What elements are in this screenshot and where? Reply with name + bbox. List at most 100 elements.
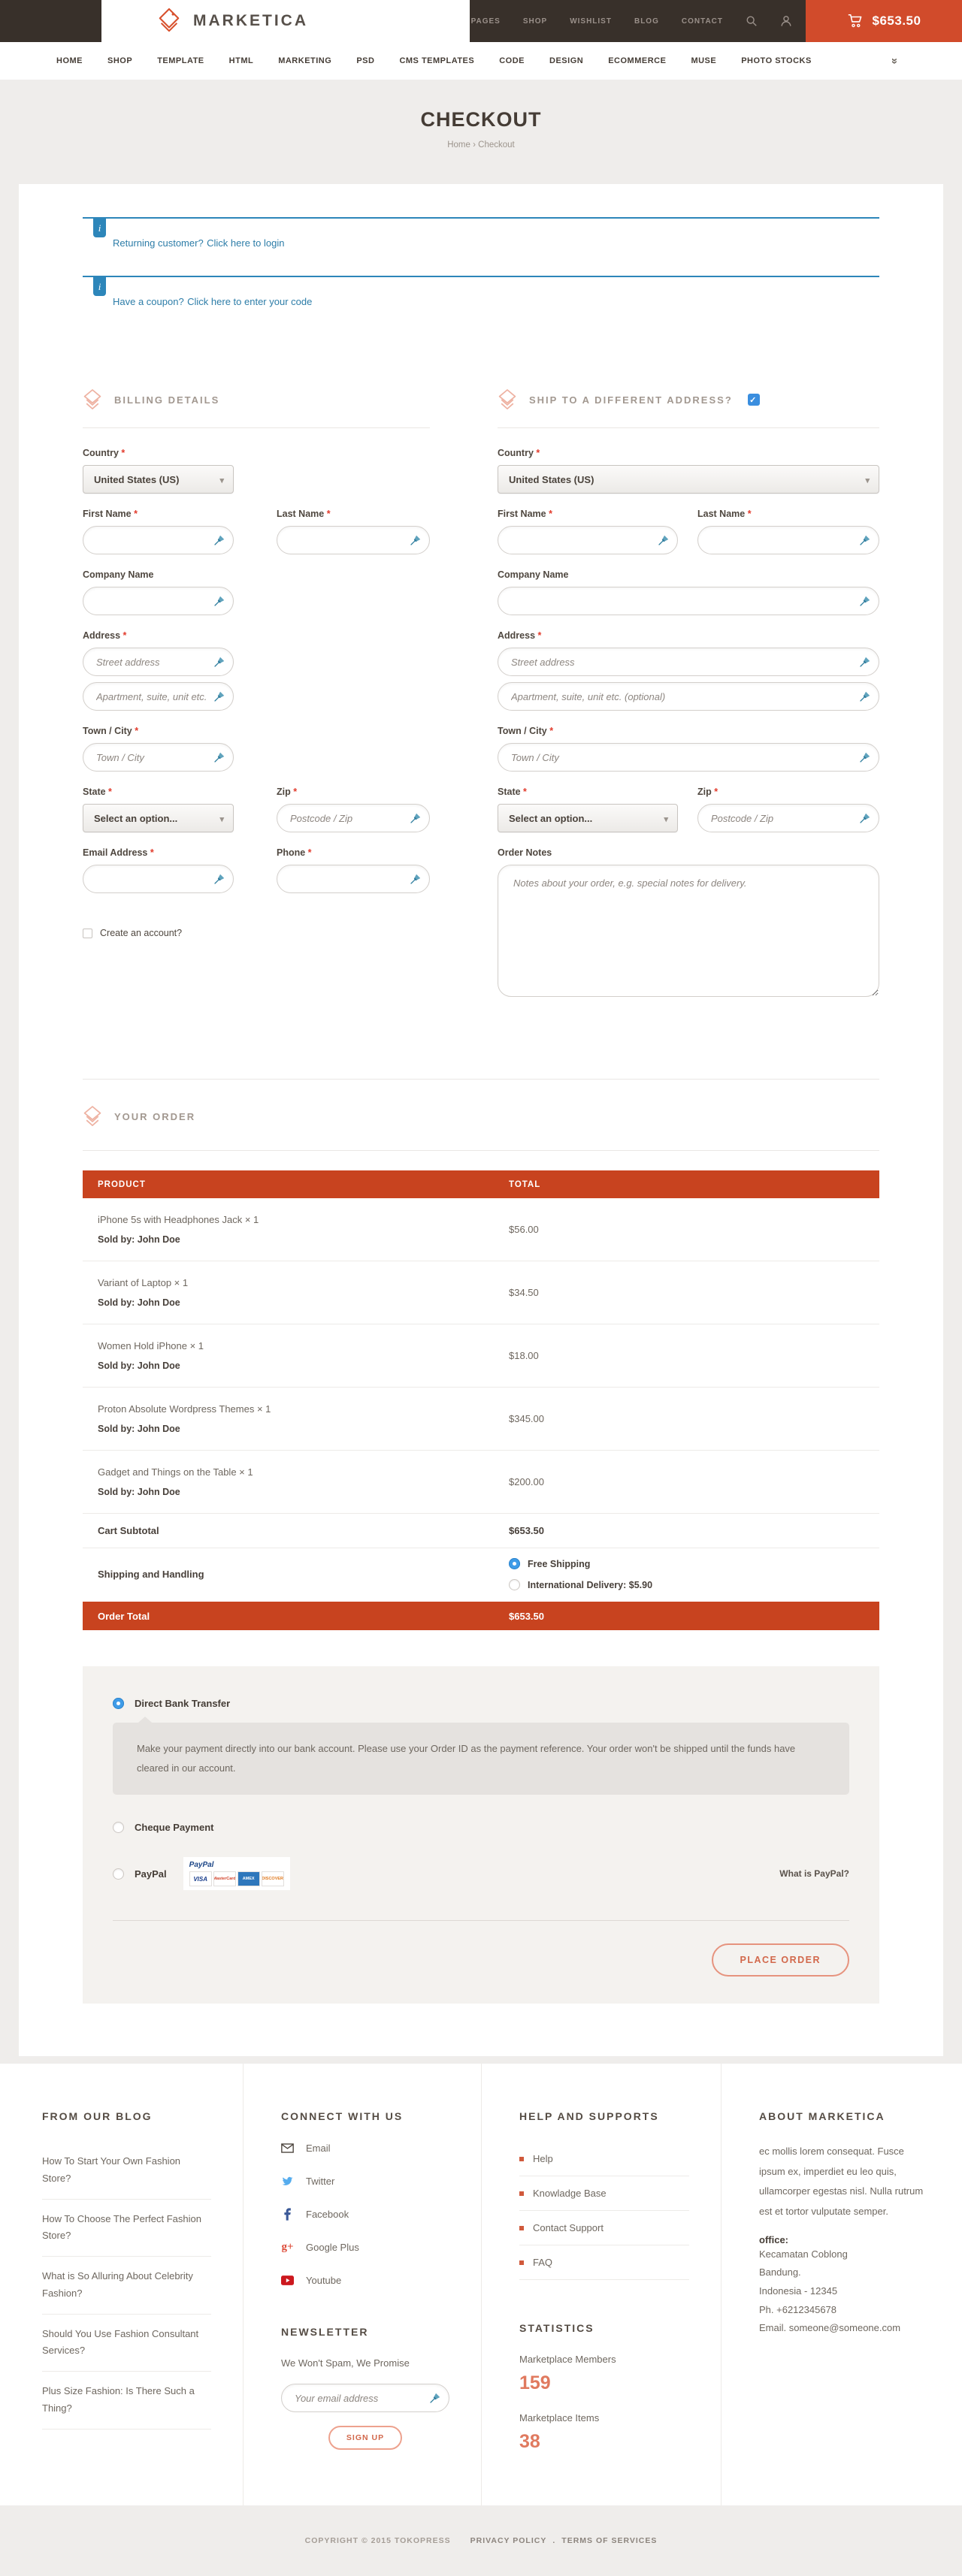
blog-link[interactable]: Should You Use Fashion Consultant Servic… [42, 2315, 211, 2372]
subnav-ecommerce[interactable]: ECOMMERCE [608, 56, 666, 65]
bank-transfer-label[interactable]: Direct Bank Transfer [135, 1698, 230, 1709]
billing-zip-input[interactable] [277, 804, 430, 832]
shipping-apartment-input[interactable] [498, 682, 879, 711]
blog-link[interactable]: Plus Size Fashion: Is There Such a Thing… [42, 2372, 211, 2430]
top-nav-contact[interactable]: CONTACT [682, 17, 723, 26]
free-shipping-label[interactable]: Free Shipping [528, 1559, 590, 1569]
top-nav-shop[interactable]: SHOP [523, 17, 547, 26]
shipping-state-select[interactable]: Select an option... [498, 804, 678, 832]
international-delivery-label[interactable]: International Delivery: $5.90 [528, 1580, 652, 1590]
social-facebook-link[interactable]: Facebook [281, 2208, 449, 2221]
product-name[interactable]: Variant of Laptop × 1 [98, 1277, 509, 1288]
login-link[interactable]: Click here to login [207, 237, 284, 249]
place-order-button[interactable]: PLACE ORDER [712, 1943, 849, 1977]
paypal-option[interactable]: PayPal PayPal VISA MasterCard AMEX DISCO… [113, 1857, 849, 1890]
top-nav-pages[interactable]: PAGES [471, 17, 501, 26]
billing-country-select[interactable]: United States (US) [83, 465, 234, 494]
social-google-plus-link[interactable]: g+ Google Plus [281, 2241, 449, 2254]
what-is-paypal-link[interactable]: What is PayPal? [779, 1868, 849, 1879]
product-name[interactable]: Women Hold iPhone × 1 [98, 1340, 509, 1351]
cheque-payment-label[interactable]: Cheque Payment [135, 1822, 213, 1833]
shipping-street-input[interactable] [498, 648, 879, 676]
info-icon: i [93, 277, 106, 296]
create-account-checkbox[interactable] [83, 929, 92, 938]
radio-selected-icon[interactable] [113, 1698, 124, 1709]
help-link[interactable]: Help [519, 2142, 689, 2176]
subnav-home[interactable]: HOME [56, 56, 83, 65]
breadcrumb-home[interactable]: Home [447, 140, 470, 149]
social-label[interactable]: Google Plus [306, 2242, 359, 2253]
subnav-template[interactable]: TEMPLATE [157, 56, 204, 65]
shipping-country-select[interactable]: United States (US) [498, 465, 879, 494]
social-email-link[interactable]: Email [281, 2142, 449, 2155]
create-account-label[interactable]: Create an account? [100, 928, 182, 938]
subnav-photo-stocks[interactable]: PHOTO STOCKS [741, 56, 812, 65]
social-youtube-link[interactable]: Youtube [281, 2274, 449, 2287]
billing-apartment-input[interactable] [83, 682, 234, 711]
top-nav-blog[interactable]: BLOG [634, 17, 659, 26]
subnav-muse[interactable]: MUSE [691, 56, 716, 65]
help-label[interactable]: FAQ [533, 2257, 552, 2268]
cheque-payment-option[interactable]: Cheque Payment [113, 1822, 849, 1833]
billing-phone-input[interactable] [277, 865, 430, 893]
search-icon[interactable] [746, 15, 758, 27]
double-chevron-icon[interactable]: » [888, 58, 901, 65]
billing-company-input[interactable] [83, 587, 234, 615]
help-link[interactable]: Knowladge Base [519, 2176, 689, 2211]
coupon-link[interactable]: Click here to enter your code [187, 296, 312, 307]
subnav-html[interactable]: HTML [229, 56, 254, 65]
subnav-marketing[interactable]: MARKETING [278, 56, 331, 65]
shipping-town-input[interactable] [498, 743, 879, 772]
radio-unselected-icon[interactable] [113, 1868, 124, 1880]
about-heading: ABOUT MARKETICA [759, 2110, 930, 2122]
ship-different-checkbox[interactable] [748, 394, 760, 406]
billing-town-input[interactable] [83, 743, 234, 772]
international-delivery-option[interactable]: International Delivery: $5.90 [509, 1579, 879, 1590]
social-twitter-link[interactable]: Twitter [281, 2175, 449, 2188]
social-label[interactable]: Youtube [306, 2275, 341, 2286]
newsletter-email-input[interactable] [281, 2384, 449, 2412]
shipping-first-name-input[interactable] [498, 526, 678, 554]
radio-unselected-icon[interactable] [113, 1822, 124, 1833]
billing-email-input[interactable] [83, 865, 234, 893]
terms-link[interactable]: TERMS OF SERVICES [561, 2536, 657, 2545]
social-label[interactable]: Twitter [306, 2176, 334, 2187]
help-label[interactable]: Contact Support [533, 2222, 604, 2233]
order-notes-textarea[interactable] [498, 865, 879, 997]
billing-street-input[interactable] [83, 648, 234, 676]
social-label[interactable]: Facebook [306, 2209, 349, 2220]
subnav-cms-templates[interactable]: CMS TEMPLATES [399, 56, 474, 65]
shipping-company-input[interactable] [498, 587, 879, 615]
product-name[interactable]: iPhone 5s with Headphones Jack × 1 [98, 1214, 509, 1225]
shipping-last-name-input[interactable] [697, 526, 879, 554]
user-icon[interactable] [780, 15, 792, 27]
free-shipping-option[interactable]: Free Shipping [509, 1558, 879, 1569]
logo-link[interactable]: MARKETICA [101, 0, 470, 42]
bank-transfer-option[interactable]: Direct Bank Transfer [113, 1698, 849, 1709]
shipping-zip-input[interactable] [697, 804, 879, 832]
blog-link[interactable]: What is So Alluring About Celebrity Fash… [42, 2257, 211, 2315]
radio-unselected-icon[interactable] [509, 1579, 520, 1590]
privacy-policy-link[interactable]: PRIVACY POLICY [470, 2536, 547, 2545]
subnav-code[interactable]: CODE [499, 56, 525, 65]
subnav-shop[interactable]: SHOP [107, 56, 132, 65]
help-link[interactable]: FAQ [519, 2245, 689, 2280]
help-label[interactable]: Help [533, 2153, 553, 2164]
cart-button[interactable]: $653.50 [806, 0, 962, 42]
blog-link[interactable]: How To Start Your Own Fashion Store? [42, 2142, 211, 2200]
billing-first-name-input[interactable] [83, 526, 234, 554]
billing-last-name-input[interactable] [277, 526, 430, 554]
subnav-design[interactable]: DESIGN [549, 56, 583, 65]
social-label[interactable]: Email [306, 2143, 331, 2154]
blog-link[interactable]: How To Choose The Perfect Fashion Store? [42, 2200, 211, 2257]
help-label[interactable]: Knowladge Base [533, 2188, 607, 2199]
subnav-psd[interactable]: PSD [356, 56, 374, 65]
product-name[interactable]: Proton Absolute Wordpress Themes × 1 [98, 1403, 509, 1415]
help-link[interactable]: Contact Support [519, 2211, 689, 2245]
top-nav-wishlist[interactable]: WISHLIST [570, 17, 612, 26]
billing-state-select[interactable]: Select an option... [83, 804, 234, 832]
signup-button[interactable]: SIGN UP [328, 2426, 402, 2450]
product-name[interactable]: Gadget and Things on the Table × 1 [98, 1466, 509, 1478]
paypal-label[interactable]: PayPal [135, 1868, 167, 1880]
radio-selected-icon[interactable] [509, 1558, 520, 1569]
